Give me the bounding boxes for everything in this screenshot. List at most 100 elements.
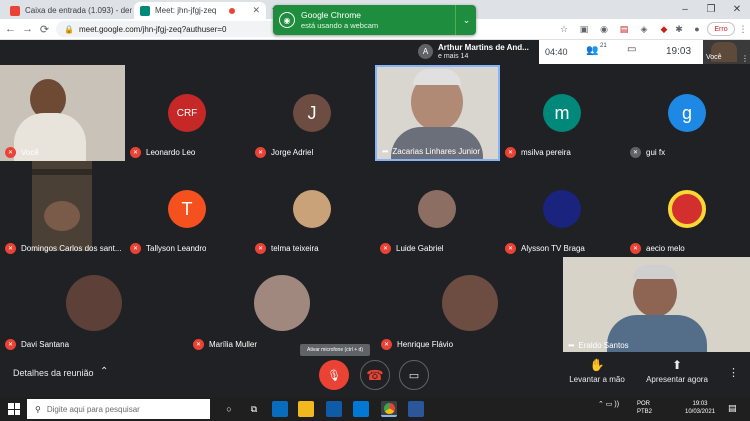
participant-tile-speaking[interactable]: ••• Zacarias Linhares Junior <box>375 65 500 161</box>
reload-icon[interactable]: ⟳ <box>37 21 52 37</box>
people-icon[interactable]: 👥 <box>586 45 598 56</box>
language-indicator[interactable]: POR PTB2 <box>637 400 652 416</box>
bookmark-icon[interactable]: ☆ <box>557 22 571 36</box>
minimize-button[interactable]: – <box>672 0 698 19</box>
participant-tile[interactable]: ✕ Você <box>0 65 125 161</box>
word-icon[interactable] <box>408 401 424 417</box>
avatar-photo <box>668 190 706 228</box>
extension-icon[interactable]: ◉ <box>597 22 611 36</box>
file-explorer-icon[interactable] <box>298 401 314 417</box>
participant-tile[interactable]: J ✕ Jorge Adriel <box>250 65 375 161</box>
action-center-icon[interactable]: ▤ <box>728 403 737 414</box>
task-view-icon[interactable]: ⧉ <box>246 401 262 417</box>
participant-tile[interactable]: ✕ Marília Muller <box>188 257 376 353</box>
camera-in-use-icon[interactable]: ▣ <box>577 22 591 36</box>
mic-off-icon: ✕ <box>5 147 16 158</box>
meeting-clock: 04:40 <box>545 47 568 57</box>
mail-icon[interactable] <box>353 401 369 417</box>
maximize-button[interactable]: ❐ <box>698 0 724 19</box>
participant-tile[interactable]: ✕ Henrique Flávio <box>376 257 563 353</box>
participant-name: Henrique Flávio <box>397 340 454 349</box>
meeting-controls-bar: Detalhes da reunião ⌃ 🎙 ☎ ▭ ✋ Levantar a… <box>0 352 750 397</box>
pdf-extension-icon[interactable]: ▤ <box>617 22 631 36</box>
participant-tile[interactable]: ✕ Luide Gabriel <box>375 161 500 257</box>
chevron-down-icon[interactable]: ⌄ <box>457 5 476 35</box>
edge-icon[interactable] <box>272 401 288 417</box>
tab-gmail[interactable]: Caixa de entrada (1.093) - dens.c ✕ <box>4 2 132 19</box>
chrome-taskbar-icon[interactable] <box>381 401 397 417</box>
participant-tile[interactable]: ✕ aecio melo <box>625 161 750 257</box>
participant-tile[interactable]: T ✕ Tallyson Leandro <box>125 161 250 257</box>
raise-hand-button[interactable]: ✋ Levantar a mão <box>566 358 628 384</box>
extension-3-icon[interactable]: ◆ <box>657 22 671 36</box>
mic-off-icon: 🎙 <box>327 369 341 382</box>
mic-tooltip: Ativar microfone (ctrl + d) <box>300 344 370 356</box>
chat-icon[interactable]: ▭ <box>627 44 636 55</box>
self-view-thumbnail[interactable]: Você ⋮ <box>703 40 750 64</box>
leave-call-button[interactable]: ☎ <box>360 360 390 390</box>
present-now-label: Apresentar agora <box>646 375 708 384</box>
participant-name: Zacarias Linhares Junior <box>392 147 481 156</box>
taskbar-time: 19:03 <box>692 401 708 407</box>
system-tray-icons[interactable]: ⌃ ▭ )) <box>598 400 619 408</box>
participant-tile[interactable]: ✕ Domingos Carlos dos sant... <box>0 161 125 257</box>
address-bar[interactable]: 🔒 meet.google.com/jhn-jfgj-zeq?authuser=… <box>56 21 284 37</box>
more-options-icon[interactable]: ⋮ <box>741 54 749 63</box>
meeting-details-button[interactable]: Detalhes da reunião <box>13 368 94 378</box>
participant-tile[interactable]: g ✕ gui fx <box>625 65 750 161</box>
video-feed <box>32 161 92 251</box>
close-window-button[interactable]: ✕ <box>724 0 750 19</box>
meeting-time: 19:03 <box>666 46 692 57</box>
participant-tile[interactable]: ✕ Alysson TV Braga <box>500 161 625 257</box>
camera-toggle-button[interactable]: ▭ <box>399 360 429 390</box>
profile-avatar-icon[interactable]: ● <box>690 22 704 36</box>
mic-off-icon: ✕ <box>505 147 516 158</box>
mic-toggle-button[interactable]: 🎙 <box>319 360 349 390</box>
mic-off-icon: ✕ <box>130 243 141 254</box>
cortana-icon[interactable]: ○ <box>221 401 237 417</box>
forward-icon[interactable]: → <box>20 21 35 37</box>
menu-icon[interactable]: ⋮ <box>736 22 750 36</box>
more-options-icon[interactable]: ⋮ <box>728 366 739 379</box>
mic-off-icon: ✕ <box>5 339 16 350</box>
mic-off-icon: ✕ <box>255 243 266 254</box>
participant-name: Tallyson Leandro <box>146 244 207 253</box>
windows-start-icon[interactable] <box>8 403 20 415</box>
language-code: POR <box>637 401 651 407</box>
self-label: Você <box>706 54 722 61</box>
participant-tile[interactable]: ✕ Davi Santana <box>0 257 188 353</box>
mic-off-icon: ✕ <box>130 147 141 158</box>
mic-off-icon: ✕ <box>630 147 641 158</box>
extensions-puzzle-icon[interactable]: ✱ <box>672 22 686 36</box>
meet-top-strip <box>0 40 414 65</box>
participant-name: msilva pereira <box>521 148 571 157</box>
presenter-info: A Arthur Martins de And... e mais 14 <box>414 40 538 64</box>
presenter-name: Arthur Martins de And... <box>438 43 529 52</box>
participant-tile[interactable]: ••• Eraldo Santos <box>563 257 750 353</box>
mic-off-icon: ✕ <box>380 243 391 254</box>
hang-up-icon: ☎ <box>366 366 384 383</box>
tab-meet[interactable]: Meet: jhn-jfgj-zeq ✕ <box>134 2 266 19</box>
presenter-avatar: A <box>418 44 433 59</box>
close-tab-icon[interactable]: ✕ <box>248 5 260 16</box>
participant-name: Davi Santana <box>21 340 70 349</box>
avatar-photo <box>254 275 310 331</box>
participant-name: Leonardo Leo <box>146 148 196 157</box>
taskbar-search-box[interactable]: ⚲ Digite aqui para pesquisar <box>27 399 210 419</box>
present-now-button[interactable]: ⬆ Apresentar agora <box>643 358 711 384</box>
webcam-notification[interactable]: ◉ Google Chrome está usando a webcam ⌄ <box>273 5 476 35</box>
taskbar-clock[interactable]: 19:03 10/03/2021 <box>685 400 715 416</box>
store-icon[interactable] <box>326 401 342 417</box>
chevron-up-icon[interactable]: ⌃ <box>100 366 108 377</box>
avatar-photo <box>442 275 498 331</box>
mic-off-icon: ✕ <box>255 147 266 158</box>
participant-tile[interactable]: m ✕ msilva pereira <box>500 65 625 161</box>
meet-icon <box>140 5 150 16</box>
present-screen-icon: ⬆ <box>671 358 683 372</box>
back-icon[interactable]: ← <box>3 21 18 37</box>
extension-2-icon[interactable]: ◈ <box>637 22 651 36</box>
mic-off-icon: ✕ <box>5 243 16 254</box>
error-badge[interactable]: Erro <box>707 22 735 36</box>
participant-tile[interactable]: ✕ telma teixeira <box>250 161 375 257</box>
participant-tile[interactable]: CRF ✕ Leonardo Leo <box>125 65 250 161</box>
